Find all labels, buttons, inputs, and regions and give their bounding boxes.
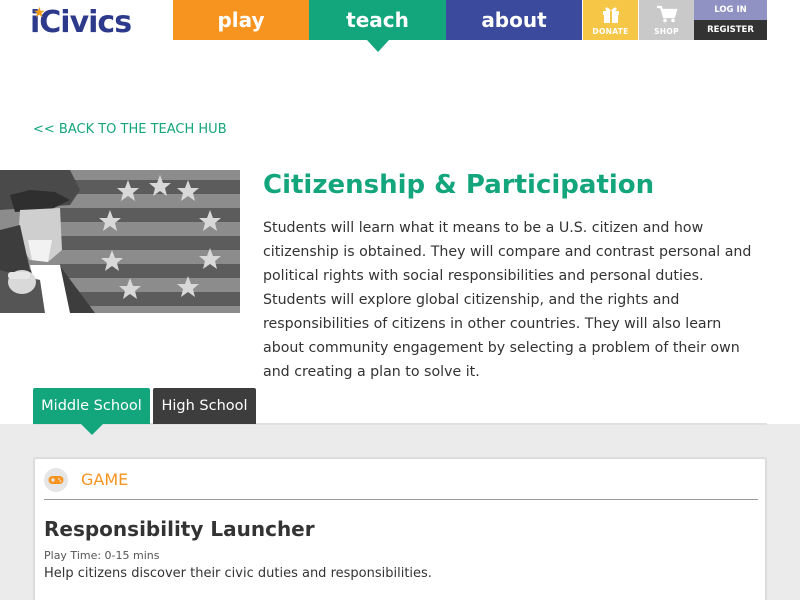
donate-button[interactable]: DONATE [583, 0, 638, 40]
page-description: Students will learn what it means to be … [263, 220, 752, 380]
nav-about[interactable]: about [446, 0, 582, 40]
tab-high-school-label: High School [161, 398, 248, 414]
nav-teach[interactable]: teach [309, 0, 446, 52]
login-button[interactable]: LOG IN [694, 0, 767, 20]
uncle-sam-illustration [0, 170, 240, 313]
shop-label: SHOP [654, 26, 679, 36]
page-title: Citizenship & Participation [263, 170, 655, 200]
tab-middle-school[interactable]: Middle School [33, 388, 150, 435]
play-time: Play Time: 0-15 mins [44, 549, 160, 562]
donate-label: DONATE [592, 26, 629, 36]
star-icon: ★ [33, 5, 46, 21]
main-nav: play teach about [173, 0, 582, 52]
resource-title[interactable]: Responsibility Launcher [44, 517, 315, 541]
active-caret [366, 40, 389, 52]
active-tab-caret [80, 424, 103, 435]
nav-play[interactable]: play [173, 0, 309, 40]
gift-icon [602, 7, 619, 23]
nav-about-label: about [481, 8, 547, 32]
icivics-logo[interactable]: ★ iCivics [30, 5, 160, 39]
resource-description: Help citizens discover their civic dutie… [44, 566, 432, 581]
tab-high-school[interactable]: High School [153, 388, 256, 424]
shop-button[interactable]: SHOP [639, 0, 694, 40]
resource-type: GAME [81, 470, 129, 489]
resource-card[interactable]: GAME Responsibility Launcher Play Time: … [33, 457, 767, 600]
nav-teach-label: teach [346, 8, 409, 32]
back-to-teach-hub-link[interactable]: << BACK TO THE TEACH HUB [33, 122, 227, 137]
tab-middle-school-label: Middle School [41, 398, 142, 414]
register-button[interactable]: REGISTER [694, 20, 767, 40]
hero-image [0, 170, 240, 313]
nav-play-label: play [217, 8, 265, 32]
cart-icon [656, 5, 677, 22]
card-divider [44, 499, 758, 500]
gamepad-icon [44, 468, 68, 492]
